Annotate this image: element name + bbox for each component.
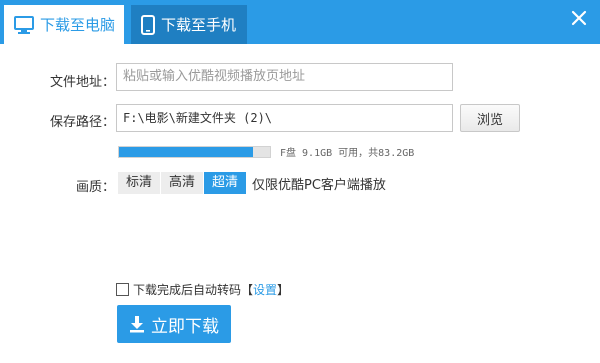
auto-convert-row: 下载完成后自动转码【 设置】 <box>116 281 289 298</box>
tab-label: 下载至电脑 <box>40 16 116 34</box>
save-path-input[interactable]: F:\电影\新建文件夹 (2)\ <box>116 104 453 132</box>
disk-info-text: F盘 9.1GB 可用，共83.2GB <box>280 148 415 159</box>
browse-button[interactable]: 浏览 <box>460 104 520 132</box>
quality-option-uhd[interactable]: 超清 <box>204 172 247 194</box>
auto-convert-suffix: 】 <box>277 283 290 297</box>
download-now-label: 立即下载 <box>151 316 219 337</box>
url-label: 文件地址： <box>50 75 116 90</box>
quality-label: 画质： <box>76 180 116 195</box>
quality-selector: 标清 高清 超清 <box>118 172 247 194</box>
auto-convert-label: 下载完成后自动转码【 <box>133 283 254 297</box>
phone-icon <box>141 14 155 35</box>
close-icon <box>571 10 587 26</box>
quality-option-hd[interactable]: 高清 <box>161 172 204 194</box>
download-now-button[interactable]: 立即下载 <box>117 305 231 343</box>
tab-download-to-pc[interactable]: 下载至电脑 <box>4 5 124 44</box>
title-bar: 下载至电脑 下载至手机 <box>0 0 600 44</box>
tab-label: 下载至手机 <box>161 16 237 34</box>
save-path-label: 保存路径： <box>50 115 116 130</box>
disk-usage-fill <box>119 147 254 157</box>
url-input[interactable]: 粘贴或输入优酷视频播放页地址 <box>116 63 453 91</box>
download-arrow-icon <box>130 316 144 333</box>
monitor-icon <box>14 15 34 34</box>
close-button[interactable] <box>570 9 588 27</box>
tab-download-to-phone[interactable]: 下载至手机 <box>131 5 247 44</box>
settings-link[interactable]: 设置 <box>253 281 277 298</box>
auto-convert-checkbox[interactable] <box>116 283 129 296</box>
disk-usage-bar <box>118 146 271 158</box>
quality-option-sd[interactable]: 标清 <box>118 172 161 194</box>
quality-note: 仅限优酷PC客户端播放 <box>252 178 386 193</box>
